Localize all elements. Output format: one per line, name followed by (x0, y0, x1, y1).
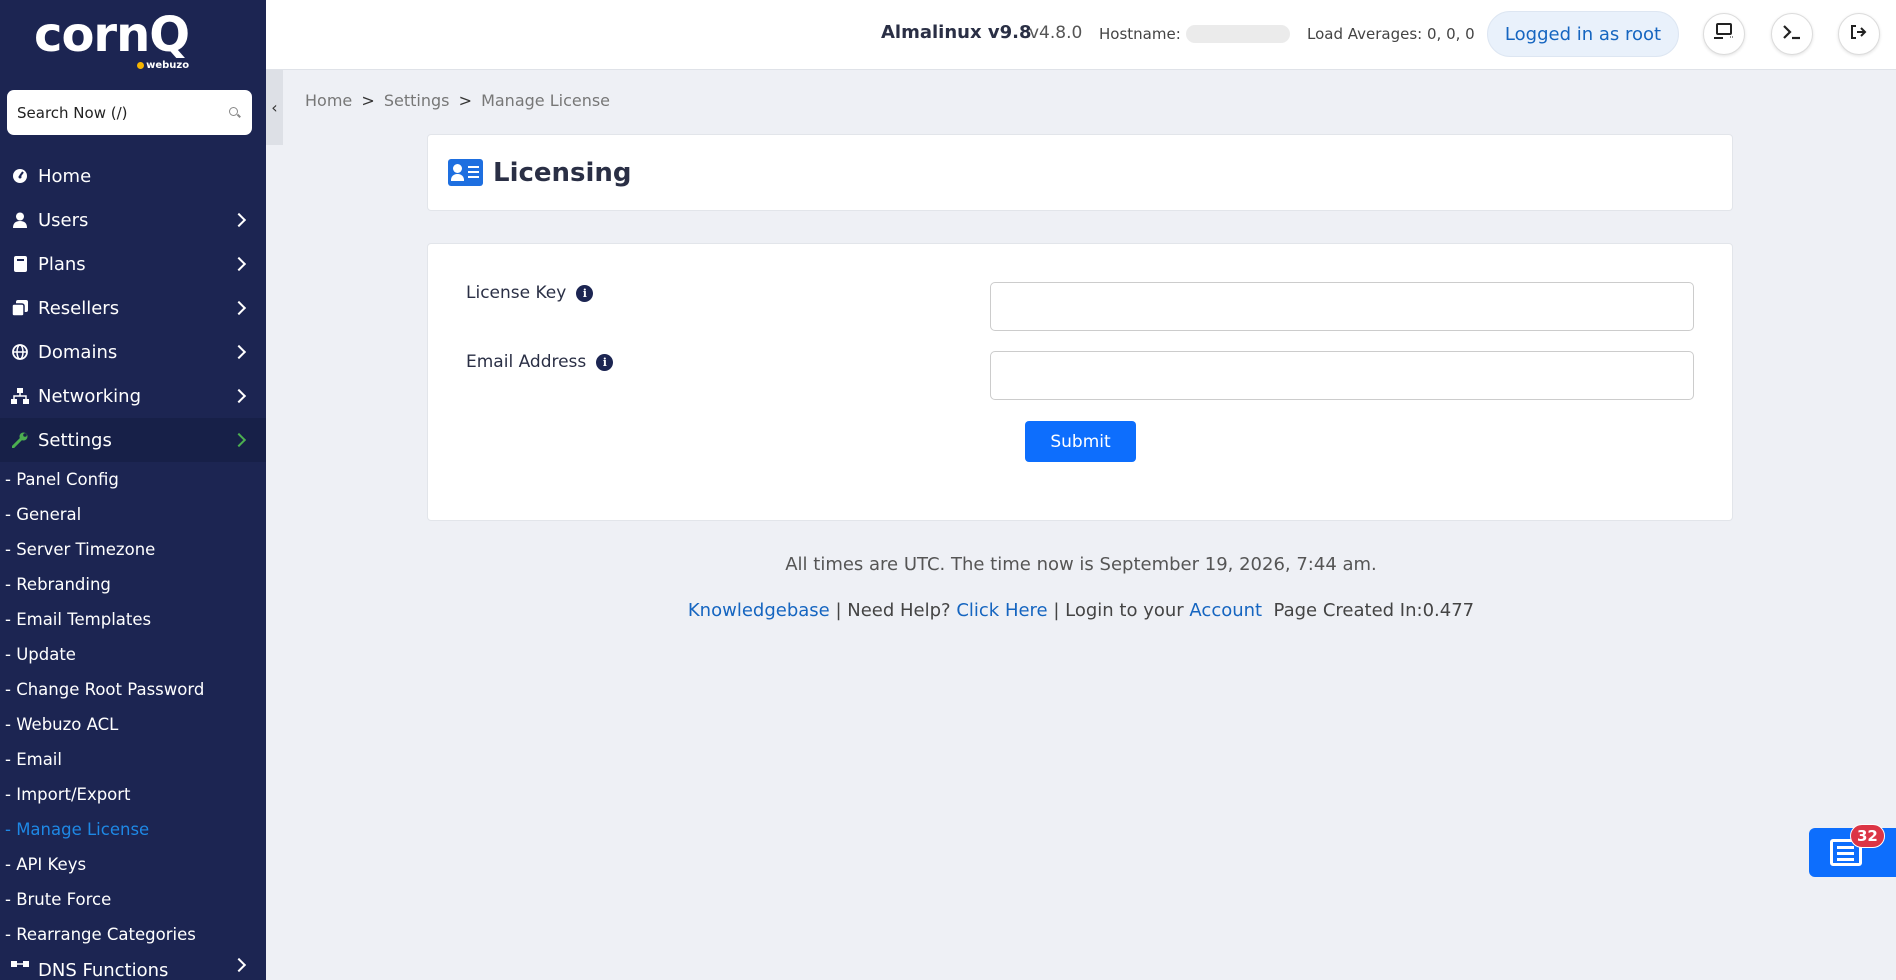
copy-icon (11, 299, 29, 317)
terminal-icon (1782, 24, 1802, 44)
chevron-right-icon (231, 344, 247, 360)
license-key-input[interactable] (990, 282, 1694, 331)
license-key-label: License Key (466, 283, 567, 303)
submenu-update[interactable]: - Update (0, 637, 266, 672)
footer-login-text: | Login to your (1047, 600, 1190, 621)
chevron-right-icon (231, 212, 247, 228)
account-link[interactable]: Account (1189, 600, 1262, 621)
submenu-webuzo-acl[interactable]: - Webuzo ACL (0, 707, 266, 742)
submenu-rearrange-categories[interactable]: - Rearrange Categories (0, 917, 266, 952)
sidebar-collapse-toggle[interactable]: ‹ (266, 70, 283, 145)
page-title-card: Licensing (427, 134, 1733, 211)
logo-text: cornQ (34, 7, 190, 63)
chevron-right-icon (231, 432, 247, 448)
hostname-label: Hostname: (1099, 25, 1181, 43)
logged-in-user-button[interactable]: Logged in as root (1487, 11, 1679, 57)
sidebar-item-domains[interactable]: Domains (0, 330, 266, 374)
remote-desktop-icon (1713, 23, 1735, 45)
sidebar-item-resellers[interactable]: Resellers (0, 286, 266, 330)
sidebar-item-label: Users (38, 209, 89, 231)
footer-help-text: | Need Help? (829, 600, 957, 621)
network-icon (11, 960, 29, 978)
logged-in-label: Logged in as root (1504, 23, 1662, 45)
sidebar-item-networking[interactable]: Networking (0, 374, 266, 418)
submenu-panel-config[interactable]: - Panel Config (0, 462, 266, 497)
breadcrumb-settings[interactable]: Settings (384, 91, 450, 110)
chevron-right-icon (231, 256, 247, 272)
logout-button[interactable] (1838, 13, 1880, 55)
license-form-card: License Key i Email Address i Submit (427, 243, 1733, 521)
info-icon[interactable]: i (576, 284, 594, 302)
settings-submenu: - Panel Config - General - Server Timezo… (0, 462, 266, 952)
logout-icon (1850, 24, 1868, 44)
brand-logo[interactable]: cornQ webuzo (34, 11, 190, 71)
email-label-row: Email Address i (466, 352, 614, 372)
footer-links: Knowledgebase | Need Help? Click Here | … (0, 600, 1896, 621)
search-input[interactable] (17, 103, 217, 122)
dashboard-icon (11, 167, 29, 185)
page-created-text: Page Created In:0.477 (1262, 600, 1475, 621)
submenu-brute-force[interactable]: - Brute Force (0, 882, 266, 917)
sidebar-item-plans[interactable]: Plans (0, 242, 266, 286)
breadcrumb-home[interactable]: Home (305, 91, 352, 110)
submenu-general[interactable]: - General (0, 497, 266, 532)
sidebar-item-settings[interactable]: Settings (0, 418, 266, 462)
load-averages: Load Averages: 0, 0, 0 (1307, 25, 1475, 43)
breadcrumb-separator: > (458, 91, 472, 110)
logo-sub: webuzo (137, 61, 189, 71)
chevron-right-icon (231, 388, 247, 404)
email-address-input[interactable] (990, 351, 1694, 400)
globe-icon (11, 343, 29, 361)
search-icon[interactable] (228, 106, 242, 120)
remote-desktop-button[interactable] (1703, 13, 1745, 55)
chevron-right-icon (231, 300, 247, 316)
sidebar-item-label: Domains (38, 341, 118, 363)
chevron-left-icon: ‹ (271, 98, 278, 117)
sidebar-item-label: Resellers (38, 297, 120, 319)
submit-button[interactable]: Submit (1025, 421, 1136, 462)
submenu-manage-license[interactable]: - Manage License (0, 812, 266, 847)
logo-area: cornQ webuzo (0, 0, 266, 71)
top-header: Almalinux v9.8 v4.8.0 Hostname: Load Ave… (266, 0, 1896, 70)
sidebar-item-label: DNS Functions (38, 960, 169, 980)
hostname-value-redacted (1186, 25, 1290, 43)
submenu-import-export[interactable]: - Import/Export (0, 777, 266, 812)
sidebar-search (7, 90, 252, 135)
sidebar-item-label: Plans (38, 253, 86, 275)
id-card-icon (448, 159, 483, 186)
submenu-change-root-password[interactable]: - Change Root Password (0, 672, 266, 707)
panel-version: v4.8.0 (1029, 23, 1083, 43)
page-title: Licensing (493, 157, 632, 188)
os-version: Almalinux v9.8 (881, 22, 1032, 43)
sidebar-item-label: Settings (38, 429, 112, 451)
submenu-api-keys[interactable]: - API Keys (0, 847, 266, 882)
server-time-text: All times are UTC. The time now is Septe… (785, 554, 1377, 575)
sidebar-item-label: Networking (38, 385, 141, 407)
breadcrumb-separator: > (361, 91, 375, 110)
book-icon (11, 255, 29, 273)
terminal-button[interactable] (1771, 13, 1813, 55)
info-icon[interactable]: i (596, 353, 614, 371)
knowledgebase-link[interactable]: Knowledgebase (688, 600, 830, 621)
user-icon (11, 211, 29, 229)
sidebar-item-dns-functions[interactable]: DNS Functions (0, 952, 266, 980)
chevron-right-icon (231, 957, 247, 973)
wrench-icon (11, 431, 29, 449)
notification-badge: 32 (1850, 824, 1885, 848)
email-address-label: Email Address (466, 352, 587, 372)
sidebar-item-home[interactable]: Home (0, 154, 266, 198)
breadcrumb: Home > Settings > Manage License (305, 91, 610, 110)
click-here-link[interactable]: Click Here (956, 600, 1047, 621)
sidebar: cornQ webuzo Home Users Plans (0, 0, 266, 980)
network-icon (11, 387, 29, 405)
breadcrumb-current: Manage License (481, 91, 611, 110)
license-key-label-row: License Key i (466, 283, 594, 303)
submenu-email[interactable]: - Email (0, 742, 266, 777)
sidebar-item-label: Home (38, 165, 92, 187)
sidebar-item-users[interactable]: Users (0, 198, 266, 242)
